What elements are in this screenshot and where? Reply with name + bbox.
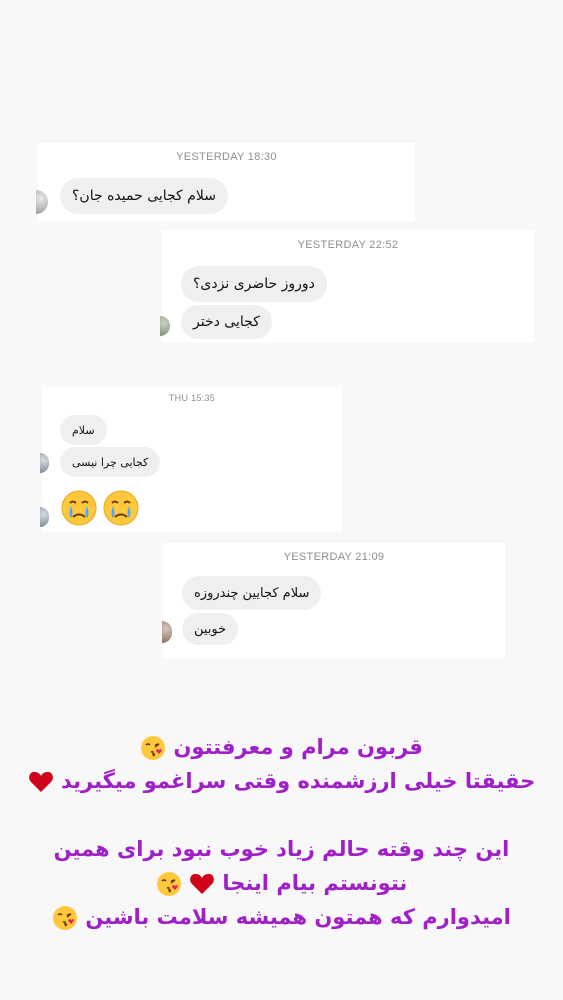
avatar [162, 621, 172, 643]
caption-line-4: نتونستم بیام اینجا [0, 866, 563, 900]
kissing-face-icon [141, 736, 166, 760]
caption-line-2: حقیقتا خیلی ارزشمنده وقتی سراغمو میگیرید [0, 764, 563, 798]
conversation-card-3: THU 15:35 سلام کجایی چرا نیسی [40, 387, 342, 532]
red-heart-icon [190, 873, 214, 894]
caption-line-3: این چند وقته حالم زیاد خوب نبود برای همی… [53, 837, 510, 861]
crying-face-icon [61, 490, 97, 526]
avatar [40, 507, 49, 527]
message-bubble[interactable]: سلام کجایین چندروزه [182, 576, 322, 610]
timestamp: YESTERDAY 22:52 [297, 239, 399, 251]
timestamp: YESTERDAY 18:30 [176, 151, 277, 163]
timestamp: YESTERDAY 21:09 [283, 551, 385, 563]
avatar [40, 453, 49, 473]
message-bubble[interactable]: کجایی دختر [181, 305, 272, 339]
message-bubble[interactable]: سلام کجایی حمیده جان؟ [60, 178, 228, 214]
message-bubble[interactable]: کجایی چرا نیسی [60, 447, 161, 477]
kissing-face-icon [53, 906, 78, 930]
story-caption: قربون مرام و معرفتتون حقیقتا خیلی ارزشمن… [0, 730, 563, 934]
message-bubble[interactable]: سلام [60, 415, 107, 445]
red-heart-icon [28, 771, 53, 792]
conversation-card-4: YESTERDAY 21:09 سلام کجایین چندروزه خوبی… [162, 543, 505, 658]
avatar [36, 190, 48, 214]
kissing-face-icon [156, 872, 181, 896]
avatar [160, 316, 170, 336]
conversation-card-1: YESTERDAY 18:30 سلام کجایی حمیده جان؟ [36, 143, 415, 221]
conversation-card-2: YESTERDAY 22:52 دوروز حاضری نزدی؟ کجایی … [160, 230, 534, 342]
caption-line-5: امیدوارم که همتون همیشه سلامت باشین [0, 900, 563, 934]
message-bubble[interactable]: خوبین [182, 613, 239, 645]
caption-line-1: قربون مرام و معرفتتون [0, 730, 563, 764]
timestamp: THU 15:35 [168, 393, 216, 403]
crying-face-icon [103, 490, 139, 526]
message-bubble[interactable]: دوروز حاضری نزدی؟ [181, 266, 327, 302]
